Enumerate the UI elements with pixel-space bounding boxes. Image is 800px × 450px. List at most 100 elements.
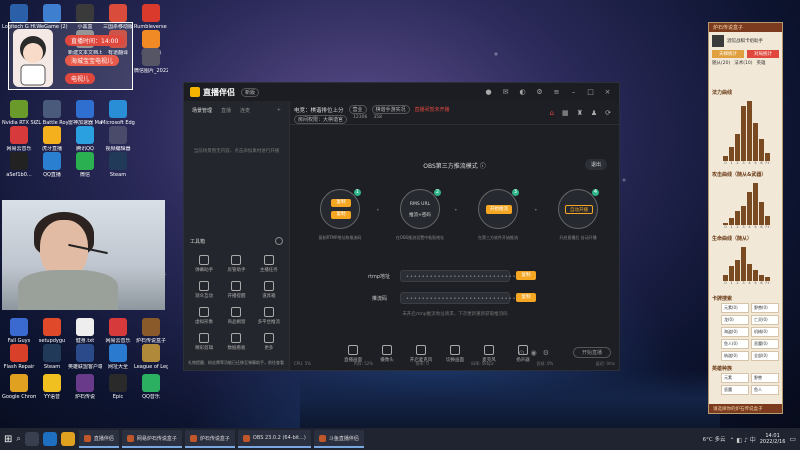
race-filter-button[interactable]: 恶魔 [721,385,749,395]
card-filter-button[interactable]: 恶魔(0) [751,339,779,349]
status-notice[interactable]: 礼物提醒、粉丝牌等功能已迁移至弹幕助手，前往查看 [188,360,285,366]
desktop-icon[interactable]: Epic [101,374,135,400]
desktop-icon[interactable]: QQ直播 [35,152,69,178]
tool-button[interactable]: 商品橱窗 [223,307,249,325]
race-filter-button[interactable]: 野兽 [751,373,779,383]
room-permission[interactable]: 房间权限：大棋谐官 [294,115,348,124]
taskbar-app[interactable]: 斗鱼直播伴侣 [313,430,364,448]
card-filter-button[interactable]: 元素(0) [721,303,749,313]
desktop-icon[interactable]: Rumbleverse Party [134,4,168,30]
tab-link[interactable]: 连麦 [240,107,250,114]
tool-button[interactable]: 数据看板 [223,333,249,351]
desktop-icon[interactable]: 腾讯QQ [68,126,102,152]
tab-live[interactable]: 直播 [221,107,231,114]
match-stats-button[interactable]: 对局统计 [747,50,779,58]
rtmp-copy-button[interactable]: 复制 [516,271,536,280]
card-filter-button[interactable]: 海盗(0) [721,327,749,337]
tool-button[interactable]: 精彩剪辑 [191,333,217,351]
card-filter-button[interactable]: 鱼人(0) [721,339,749,349]
key-field[interactable]: •••••••••••••••••••••••••••••• [400,292,523,304]
desktop-icon[interactable]: 网址大全 [101,344,135,370]
avatar-icon[interactable]: ● [483,88,494,96]
room-category[interactable]: 棋谐手游实况 [371,105,410,114]
steam-icon[interactable] [42,432,57,446]
desktop-icon[interactable]: 雷神加速器 Mahjong [68,100,102,126]
taskbar-app[interactable]: 网易炉石传说盒子 [121,430,182,448]
gift-icon[interactable]: ⌂ [549,109,553,117]
menu-icon[interactable]: ≡ [551,88,562,96]
tab-scenes[interactable]: 场景管理 [192,107,212,114]
card-filter-button[interactable]: 纳迦(0) [721,351,749,361]
desktop-icon[interactable]: 微信图片_2022021... [134,48,168,74]
windows-start-icon[interactable]: ⊞ [4,434,12,445]
tool-button[interactable]: 多平台推流 [256,307,282,325]
weather[interactable]: 6°C 多云 [703,435,726,443]
desktop-icon[interactable]: Nvidia RTX Studio [2,100,36,126]
help-icon[interactable]: ⓘ [480,163,486,170]
race-filter-button[interactable]: 鱼人 [751,385,779,395]
eye-icon[interactable]: ◉ [531,349,537,357]
desktop-icon[interactable]: League of Legends [134,344,168,370]
card-filter-button[interactable]: 全部(0) [751,351,779,361]
tool-button[interactable]: 观众互动 [191,281,217,299]
maximize-icon[interactable]: □ [585,88,596,96]
desktop-icon[interactable]: Fall Guys [2,318,36,344]
tool-button[interactable]: 主播任务 [256,255,282,273]
toolbox-settings-icon[interactable] [275,237,283,245]
minimize-icon[interactable]: – [568,88,579,96]
ladder-stats-button[interactable]: 天梯统计 [712,50,744,58]
desktop-icon[interactable]: aSef1b0... [2,152,36,178]
desktop-icon[interactable]: setupdygu [35,318,69,344]
grid-icon[interactable]: ▦ [562,109,569,117]
race-filter-button[interactable]: 元素 [721,373,749,383]
tool-button[interactable]: 弹幕助手 [191,255,217,273]
desktop-icon[interactable]: 英雄联盟客户端 [68,344,102,370]
desktop-icon[interactable]: Flash Repair [2,344,36,370]
gear-icon[interactable]: ⚙ [543,349,549,357]
step1-copy-button[interactable]: 复制 [331,199,351,207]
desktop-icon[interactable]: 视频编辑器 [101,126,135,152]
clock[interactable]: 14:01 2022/2/16 [760,433,786,445]
card-filter-button[interactable]: 机械(0) [751,327,779,337]
rtmp-field[interactable]: •••••••••••••••••••••••••••• [400,270,516,282]
notification-icon[interactable]: ▭ [789,435,796,443]
rank-icon[interactable]: ♜ [577,109,583,117]
add-scene-icon[interactable]: + [277,107,281,114]
version-badge[interactable]: 新版 [241,87,260,97]
desktop-icon[interactable]: 炉石传说 [68,374,102,400]
desktop-icon[interactable]: 虎牙直播 [35,126,69,152]
tool-button[interactable]: 虚拟形象 [191,307,217,325]
search-icon[interactable]: ⌕ [16,434,20,444]
desktop-icon[interactable]: Google Chrome [2,374,36,400]
desktop-icon[interactable]: 微信 [68,152,102,178]
message-icon[interactable]: ✉ [500,88,511,96]
taskbar-app[interactable]: 直播伴侣 [78,430,119,448]
share-icon[interactable]: ⟳ [605,109,611,117]
desktop-icon[interactable]: 网易云音乐 [101,318,135,344]
user-icon[interactable]: ♟ [591,109,597,117]
key-copy-button[interactable]: 复制 [516,293,536,302]
settings-icon[interactable]: ⚙ [534,88,545,96]
tool-button[interactable]: 道具箱 [256,281,282,299]
desktop-icon[interactable]: QQ音乐 [134,374,168,400]
skin-icon[interactable]: ◐ [517,88,528,96]
desktop-icon[interactable]: Microsoft Edge [101,100,135,126]
tool-button[interactable]: 更多 [256,333,282,351]
desktop-icon[interactable]: ZL Battle Royale [35,100,69,126]
desktop-icon[interactable]: 炉石传说盒子 [134,318,168,344]
taskbar-app[interactable]: OBS 23.0.2 (64-bit...) [237,430,311,448]
card-filter-button[interactable]: 野兽(0) [751,303,779,313]
tray-icons[interactable]: ⌃ ◧ ♪ 中 [729,435,755,444]
tool-button[interactable]: 开播提醒 [223,281,249,299]
exit-button[interactable]: 退出 [584,159,607,170]
tool-button[interactable]: 房管助手 [223,255,249,273]
desktop-icon[interactable]: Steam [35,344,69,370]
close-icon[interactable]: × [602,88,613,96]
desktop-icon[interactable]: 健身.txt [68,318,102,344]
link-icon[interactable]: ⊙ [519,349,525,357]
card-filter-button[interactable]: 亡灵(0) [751,315,779,325]
taskbar-app[interactable]: 炉石传说盒子 [184,430,235,448]
desktop-icon[interactable]: Steam [101,152,135,178]
desktop-icon[interactable]: 网易云音乐 [2,126,36,152]
hs-footer[interactable]: 请选择你的炉石传说盒子 [709,404,782,413]
